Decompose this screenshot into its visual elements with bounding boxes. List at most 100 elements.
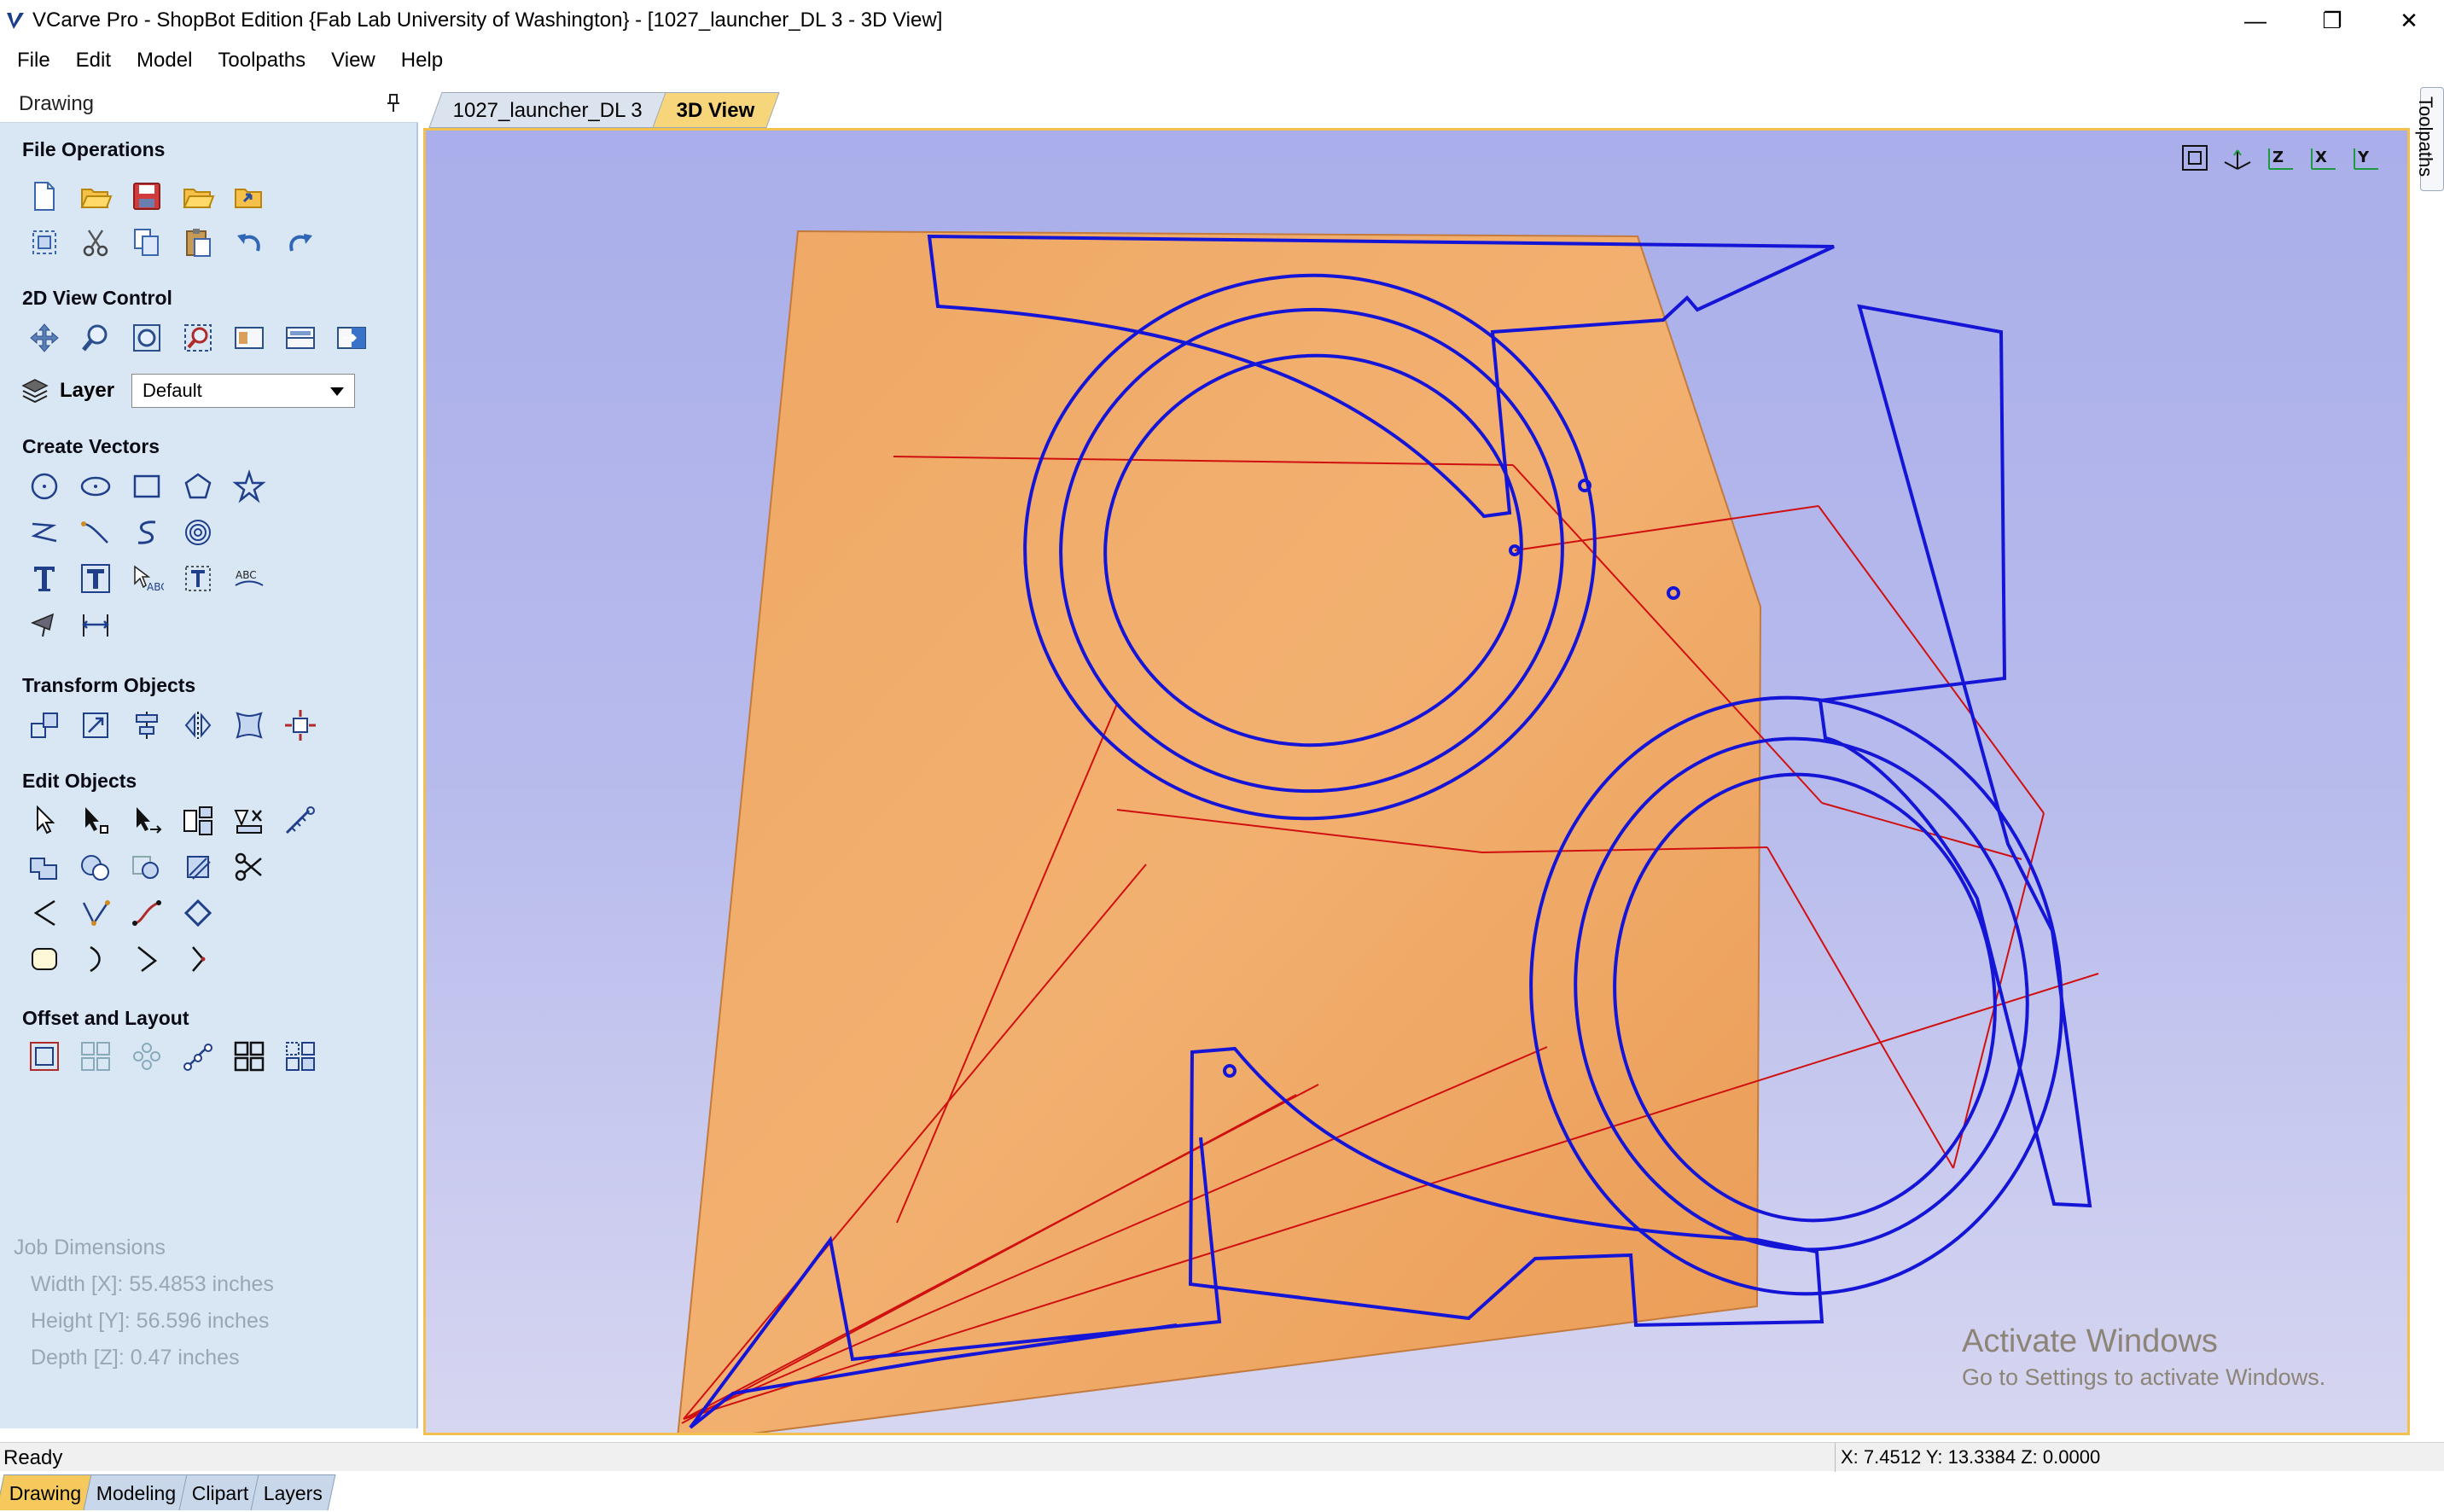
dimension-icon[interactable] [70, 602, 121, 647]
curve-icon-a[interactable] [70, 937, 121, 981]
restore-button[interactable]: ❐ [2296, 0, 2369, 41]
undo-icon[interactable] [224, 220, 275, 265]
select-pointer-icon[interactable] [19, 799, 70, 843]
smooth-icon[interactable] [19, 937, 70, 981]
open-folder-icon[interactable] [172, 174, 224, 218]
measure-icon[interactable] [275, 799, 326, 843]
fillet-icon[interactable] [19, 891, 70, 935]
draw-polyline-icon[interactable] [19, 510, 70, 555]
svg-text:ABC: ABC [147, 581, 164, 593]
view-z-icon[interactable]: Z [2259, 139, 2301, 177]
auto-nest-icon[interactable] [275, 1034, 326, 1079]
view-3d-icon[interactable] [326, 316, 377, 360]
view-2d-icon[interactable] [224, 316, 275, 360]
weld-icon[interactable] [19, 845, 70, 889]
view-split-icon[interactable] [275, 316, 326, 360]
circular-array-icon[interactable] [121, 1034, 172, 1079]
array-copy-icon[interactable] [70, 1034, 121, 1079]
pin-icon[interactable] [384, 92, 403, 114]
ungroup-icon[interactable] [224, 799, 275, 843]
scissors-trim-icon[interactable] [224, 845, 275, 889]
draw-arc-icon[interactable] [121, 510, 172, 555]
menu-toolpaths[interactable]: Toolpaths [205, 41, 318, 80]
select-all-icon[interactable] [19, 220, 70, 265]
view-x-icon[interactable]: X [2301, 139, 2344, 177]
3d-viewport[interactable]: Z X Y Activate Windows Go to Settings to… [423, 128, 2410, 1435]
menu-model[interactable]: Model [124, 41, 205, 80]
iso-view-icon[interactable] [2216, 139, 2259, 177]
copy-along-vector-icon[interactable] [172, 1034, 224, 1079]
draw-shape-icon[interactable] [19, 602, 70, 647]
window-title: VCarve Pro - ShopBot Edition {Fab Lab Un… [32, 9, 943, 32]
text-arc-icon[interactable]: ABC [224, 556, 275, 601]
draw-star-icon[interactable] [224, 464, 275, 509]
minimize-button[interactable]: — [2219, 0, 2292, 41]
vcarve-app-icon [7, 13, 24, 29]
extend-icon[interactable] [70, 891, 121, 935]
section-offset-layout: Offset and Layout [22, 1007, 189, 1029]
new-file-icon[interactable] [19, 174, 70, 218]
distort-icon[interactable] [224, 703, 275, 747]
tab-clipart[interactable]: Clipart [178, 1474, 262, 1510]
offset-icon[interactable] [19, 1034, 70, 1079]
interactive-transform-icon[interactable] [121, 799, 172, 843]
draw-polygon-icon[interactable] [172, 464, 224, 509]
tab-drawing[interactable]: Drawing [0, 1474, 95, 1510]
mirror-icon[interactable] [172, 703, 224, 747]
tab-2d-document[interactable]: 1027_launcher_DL 3 [428, 92, 667, 128]
3d-view-toolbar: Z X Y [2173, 139, 2387, 177]
nesting-icon[interactable] [224, 1034, 275, 1079]
tab-modeling[interactable]: Modeling [83, 1474, 190, 1510]
trim-icon[interactable] [172, 845, 224, 889]
menu-file[interactable]: File [0, 41, 63, 80]
group-icon[interactable] [172, 799, 224, 843]
join-vectors-icon[interactable] [121, 891, 172, 935]
close-vectors-icon[interactable] [172, 891, 224, 935]
right-side-strip: Toolpaths [2415, 84, 2444, 1440]
zoom-to-fit-icon[interactable] [121, 316, 172, 360]
draw-rectangle-icon[interactable] [121, 464, 172, 509]
fit-curves-icon[interactable] [172, 510, 224, 555]
nudge-icon[interactable] [275, 703, 326, 747]
tab-3d-view[interactable]: 3D View [652, 92, 780, 128]
close-button[interactable]: ✕ [2372, 0, 2444, 41]
3d-scene[interactable] [426, 131, 2410, 1435]
toolpaths-side-tab[interactable]: Toolpaths [2415, 87, 2444, 191]
intersect-icon[interactable] [121, 845, 172, 889]
draw-ellipse-icon[interactable] [70, 464, 121, 509]
redo-icon[interactable] [275, 220, 326, 265]
menu-help[interactable]: Help [388, 41, 456, 80]
save-icon[interactable] [121, 174, 172, 218]
menu-edit[interactable]: Edit [63, 41, 124, 80]
move-icon[interactable] [19, 703, 70, 747]
auto-layout-text-icon[interactable] [70, 556, 121, 601]
layer-dropdown[interactable]: Default [131, 374, 356, 408]
align-icon[interactable] [121, 703, 172, 747]
subtract-icon[interactable] [70, 845, 121, 889]
cut-icon[interactable] [70, 220, 121, 265]
import-icon[interactable] [224, 174, 275, 218]
paste-icon[interactable] [172, 220, 224, 265]
copy-icon[interactable] [121, 220, 172, 265]
text-on-curve-icon[interactable]: ABC [121, 556, 172, 601]
svg-text:Z: Z [2272, 148, 2284, 166]
zoom-extents-icon[interactable] [2173, 139, 2216, 177]
section-file-operations: File Operations [22, 138, 166, 160]
draw-text-icon[interactable] [19, 556, 70, 601]
draw-circle-icon[interactable] [19, 464, 70, 509]
open-file-icon[interactable] [70, 174, 121, 218]
svg-text:ABC: ABC [236, 569, 257, 581]
draw-curve-icon[interactable] [70, 510, 121, 555]
zoom-icon[interactable] [70, 316, 121, 360]
view-y-icon[interactable]: Y [2344, 139, 2387, 177]
text-frame-icon[interactable] [172, 556, 224, 601]
panel-tabs: Drawing Modeling Clipart Layers [0, 1474, 336, 1512]
set-size-icon[interactable] [70, 703, 121, 747]
menu-view[interactable]: View [318, 41, 388, 80]
pan-icon[interactable] [19, 316, 70, 360]
node-edit-icon[interactable] [70, 799, 121, 843]
zoom-selection-icon[interactable] [172, 316, 224, 360]
tab-layers[interactable]: Layers [250, 1474, 336, 1510]
curve-icon-b[interactable] [121, 937, 172, 981]
curve-icon-c[interactable] [172, 937, 224, 981]
